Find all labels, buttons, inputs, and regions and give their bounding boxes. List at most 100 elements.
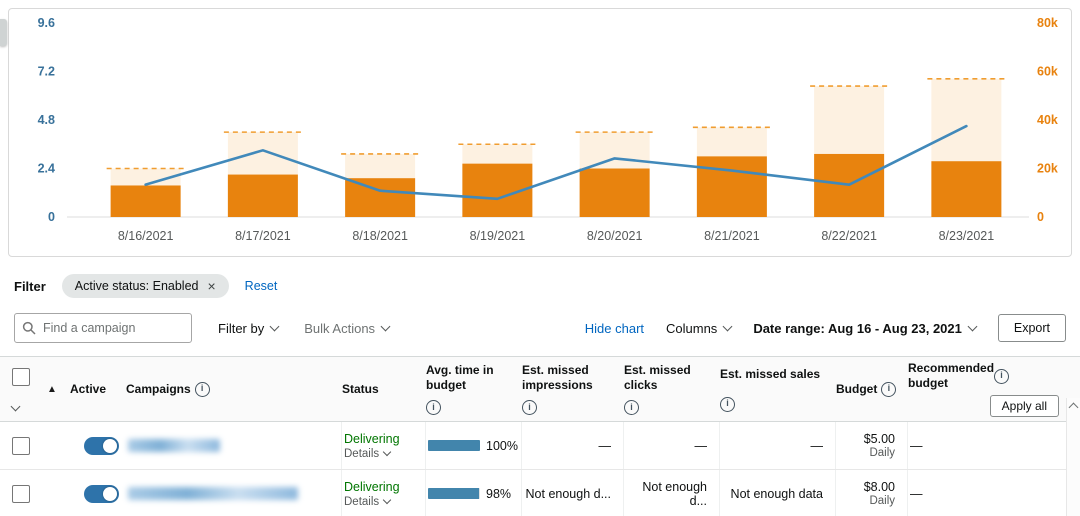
filter-row: Filter Active status: Enabled Reset <box>14 273 1080 299</box>
row-checkbox[interactable] <box>12 437 30 455</box>
table-header: Active Campaigns Status Avg. time in bud… <box>0 356 1080 422</box>
chevron-down-icon <box>967 321 977 331</box>
budget-cell: $5.00Daily <box>836 422 908 469</box>
budget-time-bar <box>428 488 480 499</box>
table-scrollbar[interactable] <box>1066 398 1080 516</box>
status-text: Delivering <box>344 432 400 446</box>
info-icon[interactable] <box>720 397 735 412</box>
select-all-checkbox[interactable] <box>12 368 30 386</box>
info-icon[interactable] <box>624 400 639 415</box>
campaign-name-redacted[interactable] <box>128 439 220 452</box>
row-active-cell <box>70 422 126 469</box>
row-select-cell <box>0 470 40 516</box>
svg-text:60k: 60k <box>1037 65 1058 79</box>
scroll-up-icon[interactable] <box>1069 403 1079 413</box>
svg-text:8/20/2021: 8/20/2021 <box>587 229 643 243</box>
campaigns-table: Active Campaigns Status Avg. time in bud… <box>0 356 1080 516</box>
svg-text:9.6: 9.6 <box>38 16 55 30</box>
est-missed-impressions-cell: — <box>522 422 624 469</box>
remove-filter-icon[interactable] <box>207 279 215 293</box>
avg-time-cell: 100% <box>426 422 522 469</box>
info-icon[interactable] <box>881 382 896 397</box>
toggle-knob <box>103 439 117 453</box>
chevron-down-icon <box>383 495 391 503</box>
svg-text:8/18/2021: 8/18/2021 <box>352 229 408 243</box>
details-link[interactable]: Details <box>344 448 390 460</box>
campaign-manager-page: 02.44.87.29.6020k40k60k80k8/16/20218/17/… <box>0 0 1080 516</box>
performance-chart-card: 02.44.87.29.6020k40k60k80k8/16/20218/17/… <box>8 8 1072 257</box>
campaign-cell <box>126 422 342 469</box>
active-toggle[interactable] <box>84 437 119 455</box>
filter-chip-label: Active status: Enabled <box>75 279 199 293</box>
date-range-label: Date range: Aug 16 - Aug 23, 2021 <box>753 321 962 336</box>
select-all-cell <box>0 357 40 421</box>
row-alert-cell <box>40 470 70 516</box>
avg-time-value: 98% <box>486 487 511 501</box>
active-toggle[interactable] <box>84 485 119 503</box>
info-icon[interactable] <box>994 369 1009 384</box>
column-est-missed-clicks[interactable]: Est. missed clicks <box>624 357 720 421</box>
chevron-down-icon <box>270 321 280 331</box>
filter-label: Filter <box>14 279 46 294</box>
reset-link[interactable]: Reset <box>245 279 278 293</box>
search-box <box>14 313 192 343</box>
toolbar: Filter by Bulk Actions Hide chart Column… <box>14 313 1066 343</box>
search-input[interactable] <box>14 313 192 343</box>
svg-text:8/23/2021: 8/23/2021 <box>939 229 995 243</box>
svg-text:2.4: 2.4 <box>38 162 55 176</box>
status-text: Delivering <box>344 480 400 494</box>
details-link[interactable]: Details <box>344 496 390 508</box>
chevron-down-icon <box>381 321 391 331</box>
budget-value: $8.00 <box>864 480 895 494</box>
est-missed-sales-cell: — <box>720 422 836 469</box>
column-budget[interactable]: Budget <box>836 357 908 421</box>
svg-text:8/16/2021: 8/16/2021 <box>118 229 174 243</box>
columns-label: Columns <box>666 321 717 336</box>
column-avg-time-in-budget[interactable]: Avg. time in budget <box>426 357 522 421</box>
est-missed-clicks-cell: — <box>624 422 720 469</box>
budget-frequency: Daily <box>869 495 895 507</box>
row-alert-cell <box>40 422 70 469</box>
info-icon[interactable] <box>522 400 537 415</box>
info-icon[interactable] <box>426 400 441 415</box>
svg-text:7.2: 7.2 <box>38 65 55 79</box>
budget-value: $5.00 <box>864 432 895 446</box>
status-cell: Delivering Details <box>342 470 426 516</box>
row-select-cell <box>0 422 40 469</box>
bulk-actions-dropdown[interactable]: Bulk Actions <box>304 321 389 336</box>
svg-text:8/17/2021: 8/17/2021 <box>235 229 291 243</box>
info-icon[interactable] <box>195 382 210 397</box>
svg-text:20k: 20k <box>1037 162 1058 176</box>
column-status[interactable]: Status <box>342 357 426 421</box>
column-est-missed-sales[interactable]: Est. missed sales <box>720 357 836 421</box>
avg-time-value: 100% <box>486 439 518 453</box>
svg-text:4.8: 4.8 <box>38 113 55 127</box>
recommended-budget-value: — <box>910 487 923 501</box>
row-checkbox[interactable] <box>12 485 30 503</box>
column-active[interactable]: Active <box>70 357 126 421</box>
search-icon <box>22 321 36 335</box>
apply-all-button[interactable]: Apply all <box>990 395 1059 417</box>
filter-chip[interactable]: Active status: Enabled <box>62 274 229 298</box>
columns-dropdown[interactable]: Columns <box>666 321 731 336</box>
svg-text:0: 0 <box>1037 210 1044 224</box>
column-est-missed-impressions[interactable]: Est. missed impressions <box>522 357 624 421</box>
toolbar-right-group: Hide chart Columns Date range: Aug 16 - … <box>585 314 1066 342</box>
bulk-actions-label: Bulk Actions <box>304 321 375 336</box>
status-cell: Delivering Details <box>342 422 426 469</box>
side-panel-handle[interactable] <box>0 19 7 46</box>
svg-text:8/21/2021: 8/21/2021 <box>704 229 760 243</box>
est-missed-impressions-cell: Not enough d... <box>522 470 624 516</box>
filter-by-dropdown[interactable]: Filter by <box>218 321 278 336</box>
campaign-name-redacted[interactable] <box>128 487 298 500</box>
export-button[interactable]: Export <box>998 314 1066 342</box>
select-menu-chevron-icon[interactable] <box>11 402 21 412</box>
campaign-cell <box>126 470 342 516</box>
date-range-dropdown[interactable]: Date range: Aug 16 - Aug 23, 2021 <box>753 321 976 336</box>
alert-column-header <box>40 357 70 421</box>
svg-text:40k: 40k <box>1037 113 1058 127</box>
chevron-down-icon <box>383 447 391 455</box>
column-campaigns[interactable]: Campaigns <box>126 357 342 421</box>
column-recommended-budget[interactable]: Recommended budget Apply all <box>908 357 1067 421</box>
hide-chart-link[interactable]: Hide chart <box>585 321 644 336</box>
